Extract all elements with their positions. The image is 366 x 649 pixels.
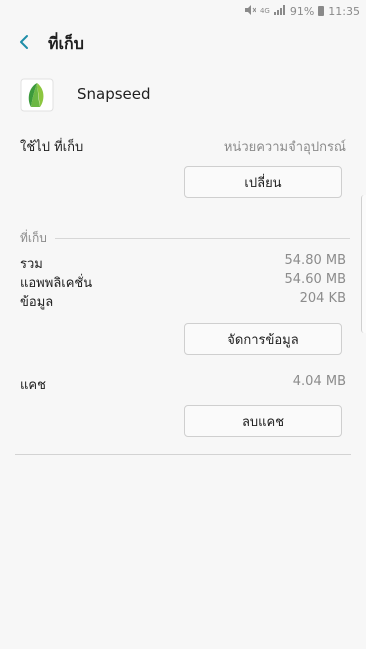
storage-used-value: หน่วยความจำอุปกรณ์	[223, 140, 346, 155]
storage-section-header: ที่เก็บ	[20, 229, 350, 248]
cache-label: แคช	[20, 378, 46, 393]
signal-icon	[273, 4, 286, 18]
app-size-label: แอพพลิเคชั่น	[20, 276, 93, 291]
clock: 11:35	[328, 4, 360, 18]
app-size-value: 54.60 MB	[284, 272, 346, 287]
section-title: ที่เก็บ	[20, 231, 47, 245]
storage-used-label: ใช้ไป ที่เก็บ	[20, 140, 84, 155]
edge-panel-handle[interactable]	[361, 195, 366, 333]
status-bar: 4G 91% 11:35	[0, 0, 366, 22]
storage-row-app: แอพพลิเคชั่น 54.60 MB	[20, 272, 346, 293]
back-button[interactable]	[12, 30, 36, 54]
app-info: Snapseed	[20, 76, 151, 114]
mute-icon	[244, 4, 257, 18]
storage-used-row: ใช้ไป ที่เก็บ หน่วยความจำอุปกรณ์	[20, 136, 346, 157]
app-bar: ที่เก็บ	[0, 22, 366, 62]
battery-icon	[318, 6, 325, 16]
manage-data-button[interactable]: จัดการข้อมูล	[184, 323, 342, 355]
data-size-label: ข้อมูล	[20, 295, 54, 310]
bottom-divider	[15, 454, 351, 455]
chevron-left-icon	[20, 35, 28, 49]
cache-row: แคช 4.04 MB	[20, 374, 346, 395]
change-storage-button[interactable]: เปลี่ยน	[184, 166, 342, 198]
storage-row-total: รวม 54.80 MB	[20, 253, 346, 274]
app-name: Snapseed	[77, 85, 151, 103]
total-value: 54.80 MB	[284, 253, 346, 268]
clear-cache-button[interactable]: ลบแคช	[184, 405, 342, 437]
section-divider	[54, 238, 350, 239]
cache-value: 4.04 MB	[292, 374, 346, 389]
page-title: ที่เก็บ	[48, 34, 84, 53]
snapseed-leaf-icon	[20, 78, 54, 112]
total-label: รวม	[20, 257, 43, 272]
storage-row-data: ข้อมูล 204 KB	[20, 291, 346, 312]
data-size-value: 204 KB	[299, 291, 346, 306]
battery-percent: 91%	[289, 4, 315, 18]
network-type: 4G	[259, 7, 270, 15]
